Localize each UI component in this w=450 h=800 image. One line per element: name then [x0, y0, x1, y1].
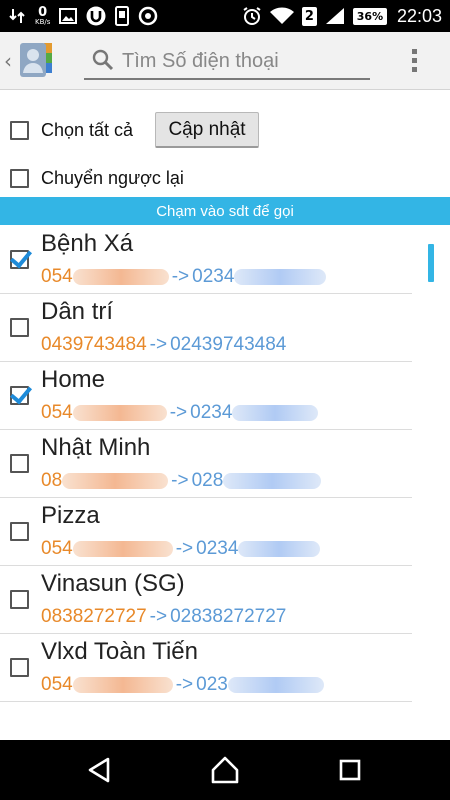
arrow-label: -> — [169, 402, 188, 423]
nav-back-icon[interactable] — [84, 755, 116, 785]
search-input[interactable] — [120, 46, 364, 76]
navigation-bar — [0, 740, 450, 800]
phone-app-icon — [115, 6, 130, 26]
list-item[interactable]: Bệnh Xá 054 -> 0234 — [0, 226, 412, 294]
list-item[interactable]: Home 054 -> 0234 — [0, 362, 412, 430]
converted-number: 0234 — [192, 266, 235, 287]
original-number: 08 — [41, 470, 63, 491]
action-bar: ‹ — [0, 32, 450, 90]
contact-list: Bệnh Xá 054 -> 0234 Dân trí 0439743484 -… — [0, 226, 450, 702]
masked-digits — [238, 541, 321, 557]
select-all-row: Chọn tất cả Cập nhật — [0, 112, 450, 148]
contact-numbers[interactable]: 08 -> 028 — [41, 470, 322, 492]
network-speed-unit: KB/s — [35, 18, 51, 26]
arrow-label: -> — [171, 266, 190, 287]
converted-number: 0234 — [190, 402, 233, 423]
converted-number: 028 — [191, 470, 224, 491]
contact-name: Home — [41, 366, 106, 393]
nav-recents-icon[interactable] — [334, 755, 366, 785]
contact-numbers[interactable]: 0838272727 -> 02838272727 — [41, 606, 286, 628]
contact-name: Vinasun (SG) — [41, 570, 185, 597]
masked-digits — [234, 269, 327, 285]
contact-numbers[interactable]: 054 -> 0234 — [41, 402, 319, 424]
arrow-label: -> — [149, 606, 168, 627]
item-checkbox[interactable] — [10, 318, 29, 337]
arrow-label: -> — [149, 334, 168, 355]
masked-digits — [72, 405, 167, 421]
status-bar: 0 KB/s 2 36% 22:03 — [0, 0, 450, 32]
converted-number: 02439743484 — [170, 334, 287, 355]
contact-name: Pizza — [41, 502, 100, 529]
contact-name: Nhật Minh — [41, 434, 151, 461]
wifi-icon — [269, 7, 294, 24]
list-item[interactable]: Nhật Minh 08 -> 028 — [0, 430, 412, 498]
item-checkbox[interactable] — [10, 454, 29, 473]
masked-digits — [62, 473, 169, 489]
list-item[interactable]: Dân trí 0439743484 -> 02439743484 — [0, 294, 412, 362]
sim-slot-badge: 2 — [301, 6, 317, 26]
original-number: 0439743484 — [41, 334, 147, 355]
network-speed: 0 KB/s — [35, 6, 50, 26]
reverse-checkbox[interactable] — [10, 168, 29, 188]
item-checkbox[interactable] — [10, 658, 29, 677]
converted-number: 02838272727 — [170, 606, 287, 627]
item-checkbox[interactable] — [10, 590, 29, 609]
masked-digits — [223, 473, 322, 489]
arrow-label: -> — [171, 470, 189, 491]
item-checkbox[interactable] — [10, 386, 29, 405]
contacts-app-icon[interactable] — [14, 39, 58, 83]
alarm-icon — [243, 7, 261, 25]
original-number: 0838272727 — [41, 606, 147, 627]
select-all-checkbox[interactable] — [10, 120, 29, 140]
scrollbar-thumb[interactable] — [428, 244, 434, 282]
original-number: 054 — [41, 538, 73, 559]
overflow-menu-icon[interactable] — [404, 46, 424, 76]
masked-digits — [72, 677, 173, 693]
masked-digits — [72, 269, 169, 285]
item-checkbox[interactable] — [10, 522, 29, 541]
data-transfer-icon — [9, 9, 25, 23]
original-number: 054 — [41, 674, 73, 695]
reverse-row: Chuyển ngược lại — [0, 166, 450, 190]
contact-numbers[interactable]: 054 -> 0234 — [41, 538, 321, 560]
list-item[interactable]: Vinasun (SG) 0838272727 -> 02838272727 — [0, 566, 412, 634]
signal-icon — [325, 8, 344, 24]
contact-name: Dân trí — [41, 298, 114, 325]
masked-digits — [232, 405, 319, 421]
item-checkbox[interactable] — [10, 250, 29, 269]
contact-numbers[interactable]: 054 -> 023 — [41, 674, 324, 696]
reverse-label: Chuyển ngược lại — [41, 167, 184, 188]
masked-digits — [227, 677, 324, 693]
select-all-label: Chọn tất cả — [41, 119, 134, 140]
search-box[interactable] — [84, 42, 370, 80]
arrow-label: -> — [175, 538, 194, 559]
update-button[interactable]: Cập nhật — [155, 112, 259, 148]
search-icon — [92, 49, 114, 71]
nav-home-icon[interactable] — [209, 755, 241, 785]
image-icon — [59, 8, 78, 24]
contact-name: Bệnh Xá — [41, 230, 134, 257]
masked-digits — [72, 541, 173, 557]
hint-banner: Chạm vào sdt để gọi — [0, 197, 450, 225]
contact-numbers[interactable]: 0439743484 -> 02439743484 — [41, 334, 286, 356]
arrow-label: -> — [175, 674, 194, 695]
u-badge-icon — [86, 6, 106, 26]
converted-number: 0234 — [196, 538, 239, 559]
contact-name: Vlxd Toàn Tiến — [41, 638, 198, 665]
contact-numbers[interactable]: 054 -> 0234 — [41, 266, 327, 288]
list-item[interactable]: Vlxd Toàn Tiến 054 -> 023 — [0, 634, 412, 702]
clock: 22:03 — [396, 5, 442, 26]
converted-number: 023 — [196, 674, 228, 695]
original-number: 054 — [41, 402, 73, 423]
chevron-left-icon[interactable]: ‹ — [4, 49, 12, 73]
battery-icon: 36% — [352, 7, 387, 25]
record-icon — [139, 6, 158, 26]
list-item[interactable]: Pizza 054 -> 0234 — [0, 498, 412, 566]
original-number: 054 — [41, 266, 73, 287]
